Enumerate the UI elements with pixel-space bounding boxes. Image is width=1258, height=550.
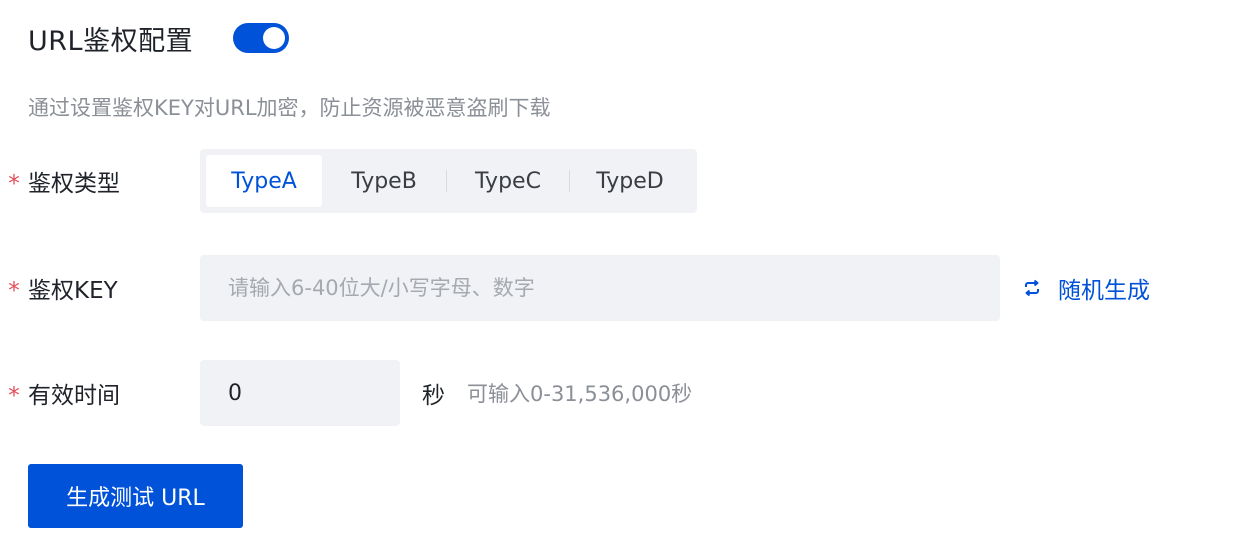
auth-key-row: * 鉴权KEY 随机生成 [0, 255, 1150, 321]
auth-type-option-typec[interactable]: TypeC [447, 155, 569, 207]
valid-time-row: * 有效时间 秒 可输入0-31,536,000秒 [0, 360, 692, 426]
valid-time-unit: 秒 [422, 383, 445, 409]
section-header: URL鉴权配置 [28, 16, 290, 60]
random-generate-button[interactable]: 随机生成 [1022, 271, 1150, 305]
refresh-icon [1025, 279, 1039, 297]
valid-time-label: * 有效时间 [0, 376, 200, 410]
auth-key-input[interactable] [200, 255, 1000, 321]
url-auth-config-panel: URL鉴权配置 通过设置鉴权KEY对URL加密，防止资源被恶意盗刷下载 * 鉴权… [0, 0, 1258, 550]
random-generate-label: 随机生成 [1058, 278, 1150, 304]
auth-type-row: * 鉴权类型 TypeA TypeB TypeC TypeD [0, 149, 697, 213]
auth-type-option-typea[interactable]: TypeA [206, 155, 322, 207]
valid-time-input[interactable] [200, 360, 400, 426]
required-asterisk: * [8, 383, 20, 409]
toggle-knob [263, 27, 286, 49]
required-asterisk: * [8, 171, 20, 197]
section-description: 通过设置鉴权KEY对URL加密，防止资源被恶意盗刷下载 [28, 96, 551, 120]
auth-type-option-typeb[interactable]: TypeB [322, 155, 446, 207]
required-asterisk: * [8, 278, 20, 304]
url-auth-toggle[interactable] [233, 23, 290, 53]
auth-type-segmented-control: TypeA TypeB TypeC TypeD [200, 149, 697, 213]
valid-time-hint: 可输入0-31,536,000秒 [467, 382, 693, 406]
generate-test-url-button[interactable]: 生成测试 URL [28, 464, 243, 528]
valid-time-label-text: 有效时间 [28, 383, 120, 409]
auth-type-option-typed[interactable]: TypeD [570, 155, 690, 207]
auth-key-label: * 鉴权KEY [0, 271, 200, 305]
auth-type-label-text: 鉴权类型 [28, 171, 120, 197]
auth-key-label-text: 鉴权KEY [28, 278, 118, 304]
section-title: URL鉴权配置 [28, 25, 194, 57]
auth-type-label: * 鉴权类型 [0, 164, 200, 198]
